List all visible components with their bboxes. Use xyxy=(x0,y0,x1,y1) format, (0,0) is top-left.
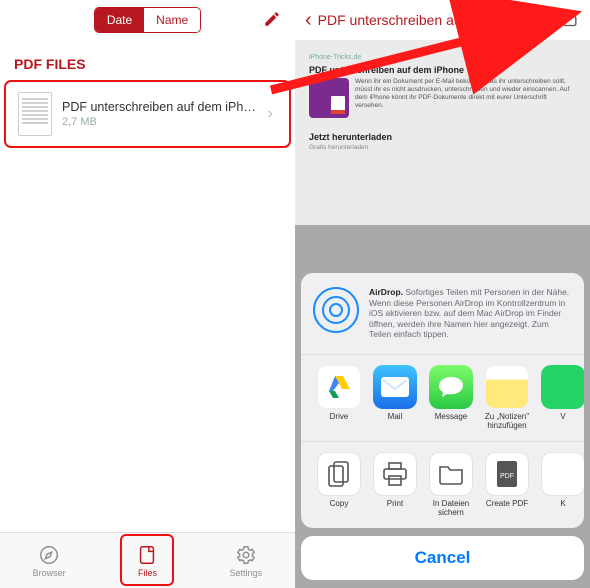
share-sheet: AirDrop. Sofortiges Teilen mit Personen … xyxy=(301,273,584,528)
document-preview: iPhone-Tricks.de PDF unterschreiben auf … xyxy=(295,40,590,151)
notes-icon xyxy=(485,365,529,409)
preview-headline: PDF unterschreiben auf dem iPhone xyxy=(309,65,576,75)
action-create-pdf[interactable]: PDF Create PDF xyxy=(479,452,535,518)
section-header: PDF FILES xyxy=(0,40,295,80)
app-label: Mail xyxy=(388,413,403,431)
preview-blurb: Wenn ihr ein Dokument per E-Mail bekommt… xyxy=(355,78,576,118)
share-app-drive[interactable]: Drive xyxy=(311,365,367,431)
gear-icon xyxy=(235,544,257,566)
file-row[interactable]: PDF unterschreiben auf dem iPhone.... 2,… xyxy=(12,84,283,144)
file-size: 2,7 MB xyxy=(62,116,258,128)
tab-settings[interactable]: Settings xyxy=(197,533,295,588)
share-icon[interactable] xyxy=(560,7,580,34)
app-label: V xyxy=(560,413,565,431)
download-heading: Jetzt herunterladen xyxy=(309,132,576,142)
compass-icon xyxy=(38,544,60,566)
site-label: iPhone-Tricks.de xyxy=(309,54,576,61)
preview-image-icon xyxy=(309,78,349,118)
chevron-right-icon: › xyxy=(268,105,277,123)
airdrop-row[interactable]: AirDrop. Sofortiges Teilen mit Personen … xyxy=(301,273,584,355)
segment-date[interactable]: Date xyxy=(95,8,144,32)
share-actions-row: Copy Print In Dateien sichern PDF Create… xyxy=(301,442,584,528)
more-icon xyxy=(541,452,584,496)
sort-segmented: Date Name xyxy=(94,7,201,33)
right-pane: ‹ PDF unterschreiben auf dem iPhone... i… xyxy=(295,0,590,588)
file-row-highlight: PDF unterschreiben auf dem iPhone.... 2,… xyxy=(4,80,291,148)
file-title: PDF unterschreiben auf dem iPhone.... xyxy=(62,100,258,114)
mail-icon xyxy=(373,365,417,409)
airdrop-text: AirDrop. Sofortiges Teilen mit Personen … xyxy=(369,287,572,340)
file-thumbnail-icon xyxy=(18,92,52,136)
folder-icon xyxy=(429,452,473,496)
action-partial[interactable]: K xyxy=(535,452,584,518)
airdrop-icon xyxy=(313,287,359,333)
share-app-message[interactable]: Message xyxy=(423,365,479,431)
file-info: PDF unterschreiben auf dem iPhone.... 2,… xyxy=(62,100,258,128)
left-topbar: Date Name xyxy=(0,0,295,40)
action-label: K xyxy=(560,500,565,518)
action-label: Create PDF xyxy=(486,500,528,518)
action-label: Copy xyxy=(330,500,349,518)
edit-icon[interactable] xyxy=(263,10,281,33)
app-label: Drive xyxy=(330,413,349,431)
back-icon[interactable]: ‹ xyxy=(305,9,312,32)
tab-label: Settings xyxy=(230,568,263,578)
tab-label: Browser xyxy=(33,568,66,578)
print-icon xyxy=(373,452,417,496)
tab-browser[interactable]: Browser xyxy=(0,533,98,588)
message-icon xyxy=(429,365,473,409)
share-app-notes[interactable]: Zu „Notizen" hinzufügen xyxy=(479,365,535,431)
action-copy[interactable]: Copy xyxy=(311,452,367,518)
left-pane: Date Name PDF FILES PDF unterschreiben a… xyxy=(0,0,295,588)
right-topbar: ‹ PDF unterschreiben auf dem iPhone... xyxy=(295,0,590,40)
download-blurb: Gratis herunterladen xyxy=(309,144,576,151)
share-app-partial[interactable]: V xyxy=(535,365,584,431)
pdf-icon: PDF xyxy=(485,452,529,496)
files-tab-highlight xyxy=(120,534,174,586)
share-apps-row: Drive Mail Message Zu „Notizen" hinzufüg… xyxy=(301,355,584,442)
drive-icon xyxy=(317,365,361,409)
cancel-button[interactable]: Cancel xyxy=(301,536,584,580)
action-print[interactable]: Print xyxy=(367,452,423,518)
copy-icon xyxy=(317,452,361,496)
action-label: In Dateien sichern xyxy=(423,500,479,518)
doc-title: PDF unterschreiben auf dem iPhone... xyxy=(318,12,554,28)
app-label: Message xyxy=(435,413,467,431)
share-app-mail[interactable]: Mail xyxy=(367,365,423,431)
action-save-files[interactable]: In Dateien sichern xyxy=(423,452,479,518)
app-label: Zu „Notizen" hinzufügen xyxy=(479,413,535,431)
whatsapp-icon xyxy=(541,365,584,409)
segment-name[interactable]: Name xyxy=(144,8,200,32)
action-label: Print xyxy=(387,500,403,518)
svg-text:PDF: PDF xyxy=(500,473,514,480)
